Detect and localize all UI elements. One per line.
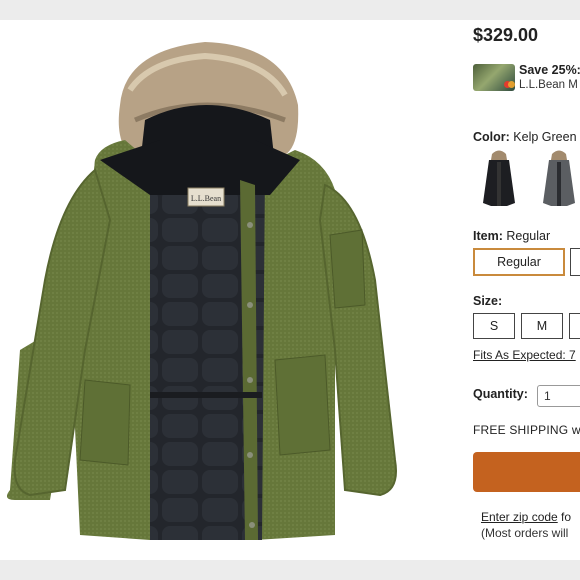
item-option-2[interactable] [570,248,580,276]
card-sub-text: L.L.Bean M [519,79,578,91]
quantity-value: 1 [544,389,551,403]
item-label-row: Item: Regular [473,229,550,243]
size-option-m[interactable]: M [521,313,563,339]
enter-zip-link[interactable]: Enter zip code [481,510,558,524]
size-label-row: Size: [473,294,502,308]
product-image[interactable]: L.L.Bean [0,20,460,560]
shipping-text: FREE SHIPPING w [473,423,580,437]
item-value: Regular [506,229,551,243]
add-to-bag-button[interactable] [473,452,580,492]
credit-card-icon [473,64,515,91]
swatch-gray-parka[interactable] [539,148,579,210]
size-option-3[interactable] [569,313,580,339]
color-label: Color: [473,130,510,144]
card-save-text: Save 25%: [519,63,580,77]
swatch-black-parka[interactable] [479,148,519,210]
zip-rest: fo [557,510,572,524]
fit-reviews-link[interactable]: Fits As Expected: 7 [473,348,576,362]
product-page: L.L.Bean $329.00 Save 25%: L.L.Bean M Co [0,20,580,560]
card-offer[interactable]: Save 25%: L.L.Bean M [473,63,580,94]
black-parka-icon [483,150,515,206]
size-option-s[interactable]: S [473,313,515,339]
zip-line: Enter zip code fo [481,510,571,524]
item-label: Item: [473,229,503,243]
quantity-label: Quantity: [473,387,528,401]
size-label: Size: [473,294,503,308]
color-value: Kelp Green [513,130,577,144]
brand-label: L.L.Bean [191,194,221,203]
price: $329.00 [473,25,539,45]
orders-note: (Most orders will [481,526,569,540]
product-info-panel: $329.00 Save 25%: L.L.Bean M Color: Kelp… [473,20,580,560]
quantity-select[interactable]: 1 ⌄ [537,385,580,407]
parka-illustration: L.L.Bean [6,42,397,540]
item-option-regular[interactable]: Regular [473,248,565,276]
gray-parka-icon [543,150,575,206]
color-label-row: Color: Kelp Green [473,130,577,144]
